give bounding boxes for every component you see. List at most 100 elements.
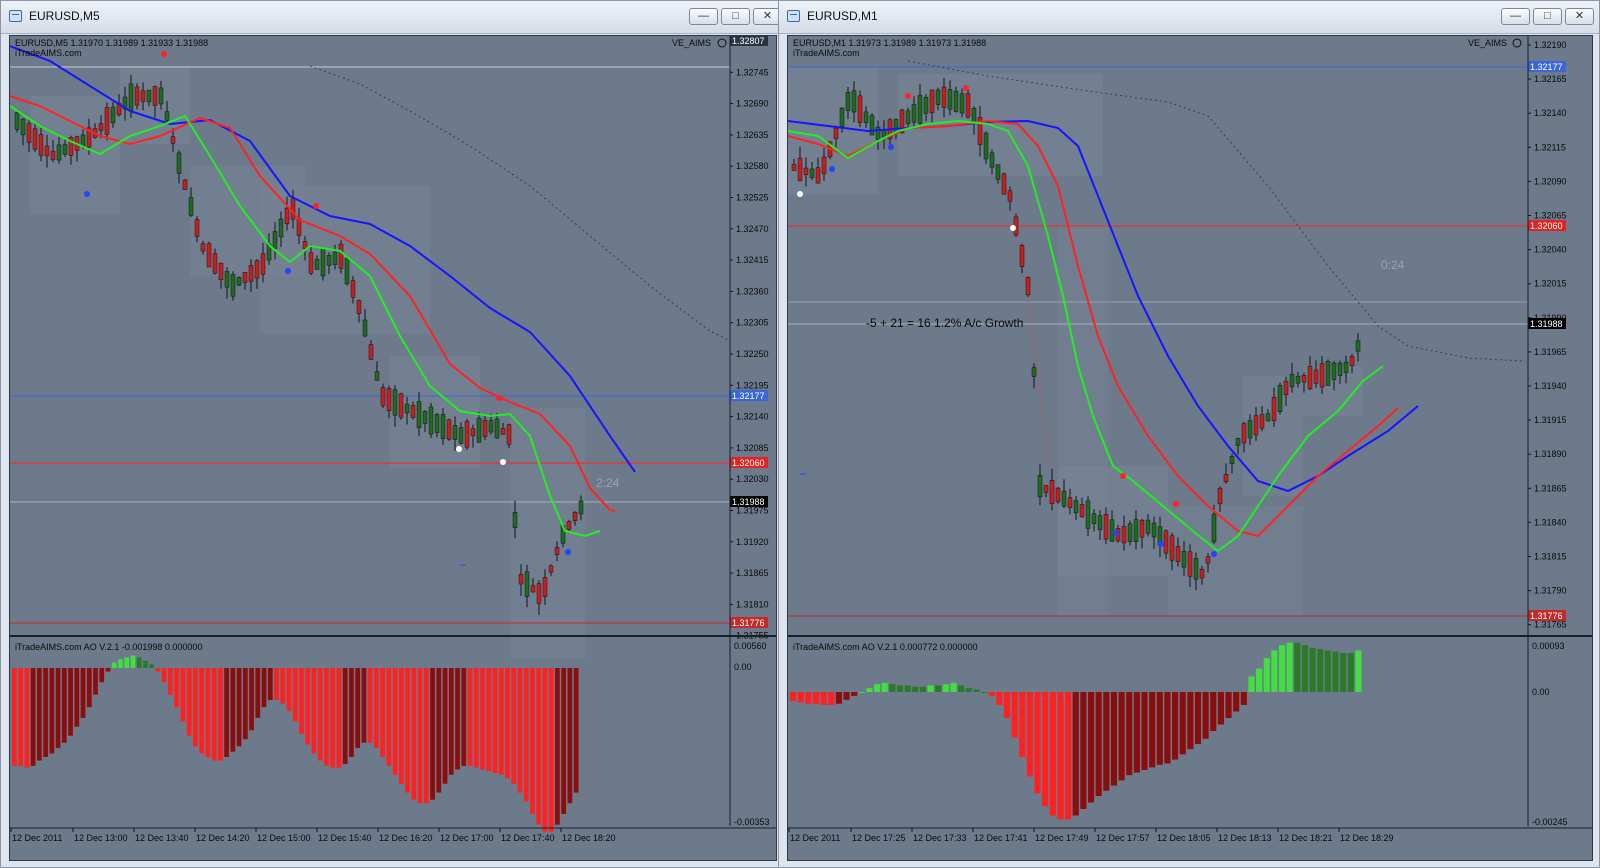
candle-body (332, 251, 338, 265)
ao-label: iTradeAIMS.com AO V.2.1 -0.001998 0.0000… (15, 642, 202, 652)
candle-body (1313, 369, 1319, 384)
time-tick-label: 12 Dec 18:13 (1218, 833, 1272, 843)
ao-bar (828, 692, 835, 705)
candle-body (1031, 367, 1037, 377)
ao-bar (448, 668, 454, 775)
candle-body (1169, 535, 1175, 561)
chart-area[interactable]: EURUSD,M1 1.31973 1.31989 1.31973 1.3198… (787, 35, 1593, 861)
candle-body (56, 144, 62, 161)
candle-body (530, 585, 536, 593)
candle-body (416, 401, 422, 428)
candle-body (212, 253, 218, 274)
ao-bar (1110, 692, 1118, 786)
candle-body (1055, 487, 1061, 503)
ao-bar (230, 668, 236, 752)
price-tick-label: 1.32115 (1534, 142, 1566, 152)
ao-bar (442, 668, 448, 784)
ao-bar (211, 668, 217, 761)
price-tick-label: 1.31810 (736, 599, 769, 609)
ao-bar (392, 668, 398, 775)
candle-body (320, 248, 326, 277)
candle-body (356, 300, 362, 314)
ao-bar (1141, 692, 1148, 770)
time-axis[interactable]: 12 Dec 2011 12 Dec 13:00 12 Dec 13:40 12 De… (10, 828, 616, 843)
header-line: EURUSD,M5 1.31970 1.31989 1.31933 1.3198… (15, 38, 208, 48)
chart-canvas[interactable]: EURUSD,M1 1.31973 1.31989 1.31973 1.3198… (787, 36, 1592, 860)
trade-annotation: -5 + 21 = 16 1.2% A/c Growth (866, 316, 1023, 330)
candle-body (929, 89, 935, 114)
ao-bar (99, 668, 105, 683)
minimize-button[interactable]: — (1501, 8, 1530, 25)
ao-bar (1263, 658, 1270, 692)
minimize-button[interactable]: — (689, 8, 718, 25)
price-tick-label: 1.32525 (736, 193, 769, 203)
price-tick-label: 1.32635 (736, 130, 769, 140)
price-tick-label: 1.32250 (736, 349, 769, 359)
ao-pane[interactable]: iTradeAIMS.com AO V.2.1 -0.001998 0.0000… (12, 641, 770, 832)
candle-body (1211, 513, 1217, 543)
title-bar[interactable]: EURUSD,M5 — □ ✕ (1, 1, 783, 34)
candle-body (326, 255, 332, 266)
ao-bar (1210, 692, 1217, 731)
ao-bar (93, 668, 98, 695)
price-badge-blue-label: 1.32177 (1530, 62, 1563, 72)
title-bar[interactable]: EURUSD,M1 — □ ✕ (779, 1, 1599, 34)
candle-body (1325, 360, 1331, 386)
time-tick-label: 12 Dec 13:00 (74, 833, 128, 843)
candle-body (989, 152, 995, 168)
candle-body (494, 418, 500, 439)
price-tick-label: 1.32690 (736, 99, 769, 109)
candle-body (1001, 173, 1007, 195)
ao-label: iTradeAIMS.com AO V.2.1 0.000772 0.00000… (793, 642, 977, 652)
indicator-label: VE_AIMS (672, 38, 711, 48)
ao-bar (889, 684, 896, 692)
price-badge-blue-label: 1.32177 (732, 391, 765, 401)
price-scale[interactable]: 1.32190 1.32165 1.32140 1.32115 1.32090 1.320… (1528, 40, 1567, 630)
ao-bar (1194, 692, 1202, 744)
time-tick-label: 12 Dec 15:40 (318, 833, 372, 843)
restore-button[interactable]: □ (721, 8, 750, 25)
ao-bar (1225, 692, 1232, 718)
candle-body (995, 164, 1001, 180)
candle-body (1127, 523, 1133, 542)
ao-pane[interactable]: iTradeAIMS.com AO V.2.1 0.000772 0.00000… (790, 641, 1568, 827)
ao-bar (536, 668, 542, 825)
ao-histogram (790, 642, 1362, 820)
ao-bar (436, 668, 442, 793)
chart-area[interactable]: EURUSD,M5 1.31970 1.31989 1.31933 1.3198… (9, 35, 777, 861)
candle-body (488, 420, 494, 433)
ao-bar (1095, 692, 1102, 796)
ao-bar (1072, 692, 1079, 816)
price-scale[interactable]: 1.328001.327451.326901.326351.325801.325… (730, 35, 769, 641)
ao-bar (12, 668, 17, 766)
ao-bar (1301, 645, 1309, 692)
candle-body (1283, 381, 1289, 395)
candle-body (1061, 490, 1067, 507)
time-axis[interactable]: 12 Dec 2011 12 Dec 17:25 12 Dec 17:33 12 De… (788, 828, 1394, 843)
settings-icon[interactable] (1512, 38, 1522, 48)
ao-bar (224, 668, 229, 757)
chart-canvas[interactable]: EURUSD,M5 1.31970 1.31989 1.31933 1.3198… (9, 35, 776, 860)
candle-body (809, 168, 815, 178)
ao-bar (267, 668, 273, 701)
candle-body (194, 219, 200, 237)
candle-body (1109, 519, 1115, 542)
ao-bar (912, 686, 919, 692)
ao-bar (866, 688, 873, 692)
ao-bar (1286, 642, 1293, 692)
time-tick-label: 12 Dec 17:57 (1096, 833, 1150, 843)
candle-body (947, 89, 953, 110)
price-tick-label: 1.31965 (1534, 347, 1567, 357)
ao-bar (461, 668, 467, 766)
chart-window-m5[interactable]: EURUSD,M5 — □ ✕ EURUSD,M5 1.31970 1.3198… (0, 0, 784, 868)
ao-bar (988, 692, 995, 696)
ao-bar (249, 668, 254, 731)
ao-bar (981, 692, 988, 693)
close-button[interactable]: ✕ (1565, 8, 1594, 25)
chart-window-m1[interactable]: EURUSD,M1 — □ ✕ EURUSD,M1 1.31973 1.3198… (778, 0, 1600, 868)
time-tick-label: 12 Dec 17:41 (974, 833, 1028, 843)
ao-bar (361, 668, 367, 743)
restore-button[interactable]: □ (1533, 8, 1562, 25)
ao-bar (1172, 692, 1179, 760)
settings-icon[interactable] (717, 38, 727, 48)
